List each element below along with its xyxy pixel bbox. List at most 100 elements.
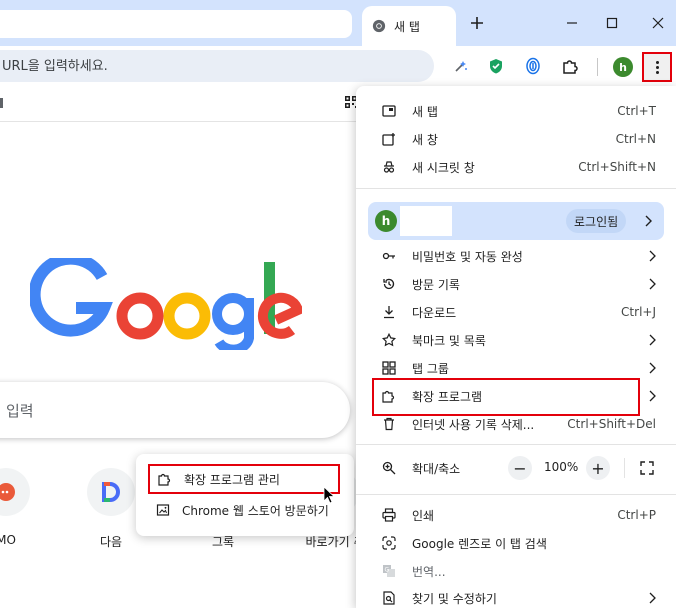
active-tab[interactable]: 새 탭 [362,6,456,46]
chevron-right-icon [649,362,656,374]
new-tab-icon [382,104,396,118]
menu-downloads[interactable]: 다운로드 Ctrl+J [356,298,676,326]
menu-zoom-row: 확대/축소 − 100% + [356,452,676,484]
google-logo [30,258,302,350]
menu-divider [356,444,676,445]
google-search-box[interactable]: 입력 [0,382,350,438]
menu-new-tab[interactable]: 새 탭 Ctrl+T [356,97,676,125]
background-tab[interactable] [0,10,352,38]
toolbar: h [0,46,676,86]
star-icon [382,333,396,347]
menu-shortcut: Ctrl+Shift+N [578,160,656,174]
extension-sparkle-icon[interactable] [452,57,470,75]
search-placeholder: 입력 [6,401,34,420]
close-window-button[interactable] [646,12,670,34]
menu-passwords[interactable]: 비밀번호 및 자동 완성 [356,242,676,270]
trash-icon [382,417,396,431]
minimize-icon [567,22,577,24]
chevron-right-icon [645,215,652,227]
translate-icon: G [382,564,396,578]
menu-shortcut: Ctrl+J [621,305,656,319]
tab-strip: 새 탭 [0,0,676,46]
kebab-menu-icon [655,60,659,74]
mouse-cursor-icon [323,486,335,504]
menu-google-lens[interactable]: Google 렌즈로 이 탭 검색 [356,529,676,557]
key-icon [382,249,396,263]
plus-icon [471,17,483,29]
menu-item-label: 다운로드 [412,305,457,320]
shortcut-tile[interactable]: MO [0,468,56,547]
omnibox[interactable] [0,50,434,82]
new-window-icon [382,132,396,146]
history-icon [382,277,396,291]
toolbar-separator [597,58,598,76]
menu-item-label: 탭 그룹 [412,361,449,376]
zoom-out-button[interactable]: − [508,456,532,480]
printer-icon [382,508,396,522]
menu-bookmarks[interactable]: 북마크 및 목록 [356,326,676,354]
manage-extensions-label: 확장 프로그램 관리 [184,472,280,487]
find-page-icon [382,591,396,605]
incognito-icon [382,160,396,174]
tab-title: 새 탭 [394,19,420,34]
menu-item-label: 새 창 [412,132,438,147]
daum-icon [102,482,120,502]
fullscreen-icon[interactable] [640,461,654,475]
red-circle-icon [0,483,15,501]
chevron-right-icon [649,390,656,402]
chrome-web-store-item[interactable]: Chrome 웹 스토어 방문하기 [136,496,354,524]
bookmark-edge[interactable] [0,98,3,108]
menu-history[interactable]: 방문 기록 [356,270,676,298]
close-icon [652,17,664,29]
menu-clear-browsing-data[interactable]: 인터넷 사용 기록 삭제... Ctrl+Shift+Del [356,410,676,438]
menu-item-label: Google 렌즈로 이 탭 검색 [412,536,547,551]
profile-avatar: h [375,210,397,232]
chevron-right-icon [649,278,656,290]
menu-new-window[interactable]: 새 창 Ctrl+N [356,125,676,153]
menu-item-label: 비밀번호 및 자동 완성 [412,249,523,264]
tab-groups-icon [382,361,396,375]
menu-item-label: 인터넷 사용 기록 삭제... [412,417,535,432]
shortcut-label: 다음 [99,535,123,549]
signed-in-badge: 로그인됨 [566,209,627,233]
maximize-icon [606,17,618,29]
fingerprint-icon[interactable] [524,57,542,75]
zoom-in-button[interactable]: + [586,456,610,480]
extensions-puzzle-icon[interactable] [561,57,579,75]
menu-shortcut: Ctrl+P [617,508,656,522]
shield-icon[interactable] [487,57,505,75]
zoom-label: 확대/축소 [412,462,461,476]
menu-item-label: 찾기 및 수정하기 [412,591,497,606]
chrome-web-store-label: Chrome 웹 스토어 방문하기 [182,503,329,518]
bookmark-bar [0,86,360,122]
minimize-button[interactable] [560,12,584,34]
magnifier-icon [382,461,396,475]
shortcut-label: MO [0,533,16,547]
menu-print[interactable]: 인쇄 Ctrl+P [356,501,676,529]
menu-item-label: 북마크 및 목록 [412,333,486,348]
address-input[interactable] [2,58,402,74]
menu-item-label: 인쇄 [412,508,435,523]
menu-incognito[interactable]: 새 시크릿 창 Ctrl+Shift+N [356,153,676,181]
zoom-value: 100% [544,460,579,474]
chrome-icon [372,19,386,33]
manage-extensions-item[interactable]: 확장 프로그램 관리 [148,464,340,494]
new-tab-button[interactable] [466,12,488,34]
chevron-right-icon [649,592,656,604]
menu-translate[interactable]: G 번역... [356,557,676,585]
menu-find-edit[interactable]: 찾기 및 수정하기 [356,584,676,608]
menu-divider [356,494,676,495]
download-icon [382,305,396,319]
menu-profile-row[interactable]: h 로그인됨 [368,202,664,240]
menu-shortcut: Ctrl+Shift+Del [567,417,656,431]
profile-name-redacted [400,206,452,236]
svg-text:G: G [385,567,390,574]
web-store-icon [156,504,170,516]
shortcut-icon-circle [0,468,30,516]
shortcut-icon-circle [87,468,135,516]
menu-item-label: 새 시크릿 창 [412,160,475,175]
maximize-button[interactable] [600,12,624,34]
chrome-menu-button[interactable] [642,52,672,82]
menu-shortcut: Ctrl+T [617,104,656,118]
profile-avatar[interactable]: h [613,57,633,77]
